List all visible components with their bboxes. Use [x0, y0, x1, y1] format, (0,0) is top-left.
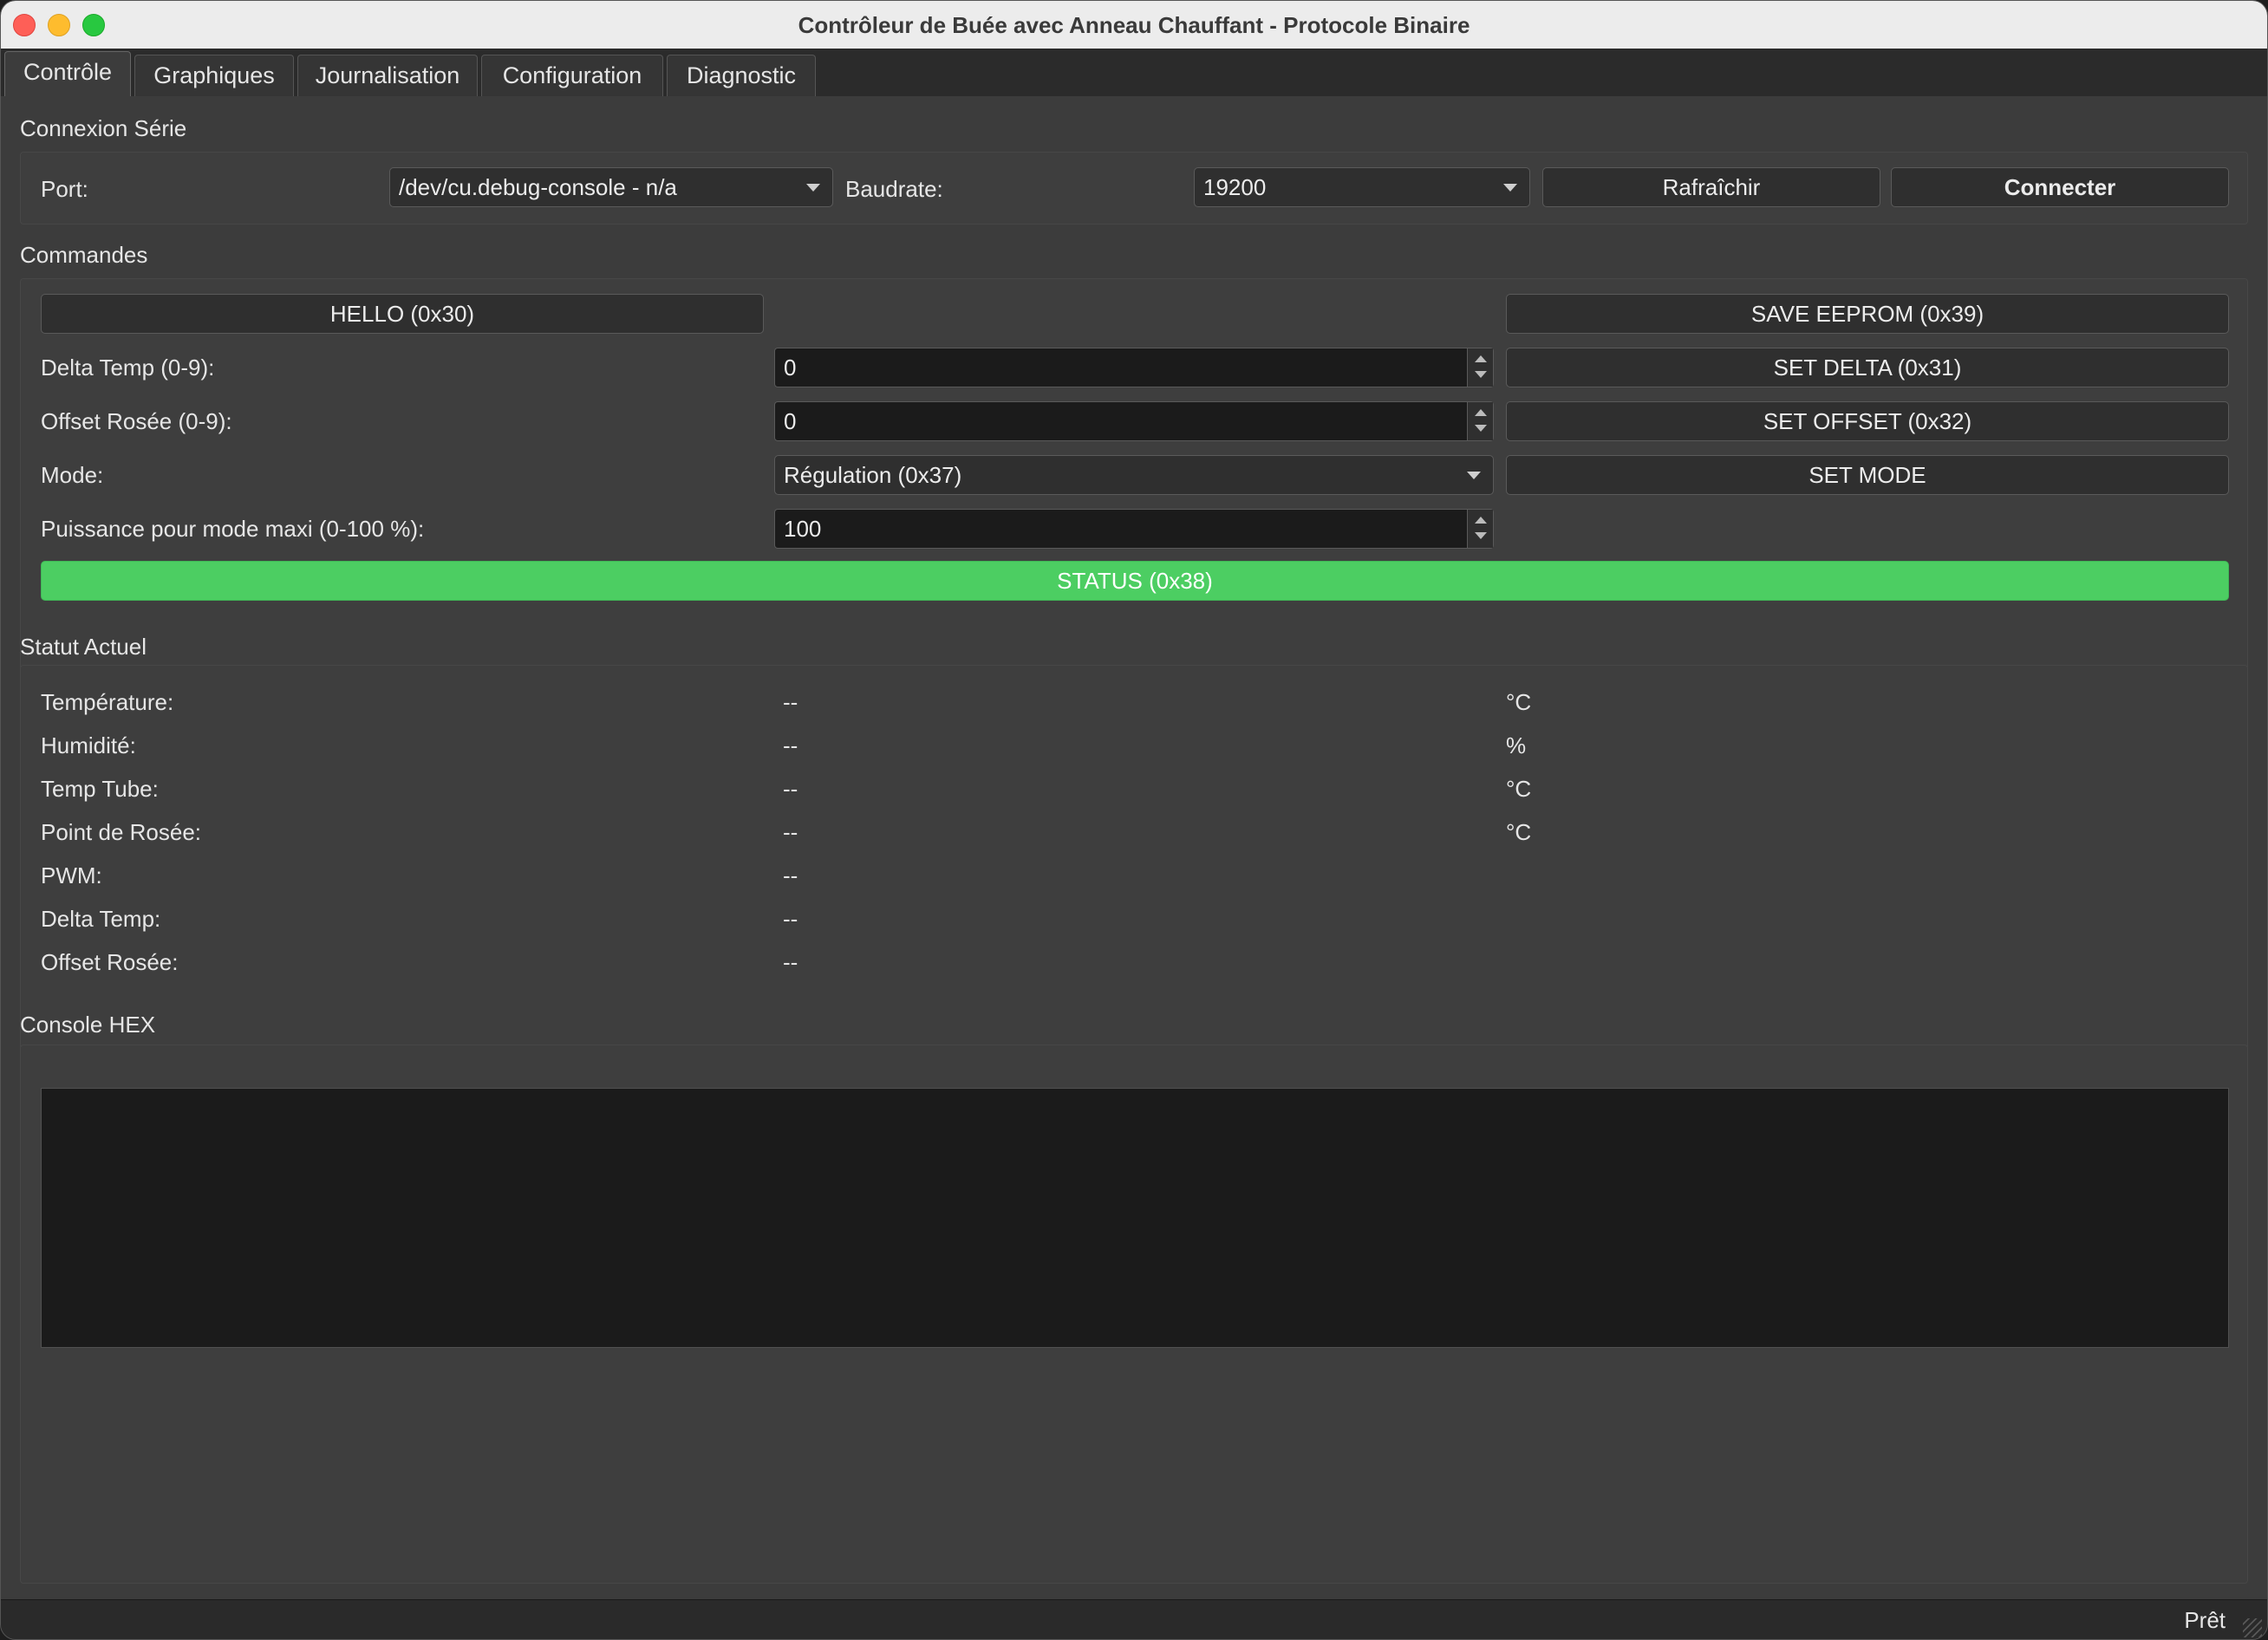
- humidite-label: Humidité:: [41, 732, 136, 758]
- save-eeprom-button[interactable]: SAVE EEPROM (0x39): [1506, 294, 2229, 334]
- tab-content-controle: Connexion Série Port: /dev/cu.debug-cons…: [1, 96, 2267, 1599]
- offset-rosee-value: 0: [784, 408, 797, 434]
- offset-rosee-status-label: Offset Rosée:: [41, 949, 179, 975]
- pwm-value: --: [783, 862, 798, 888]
- temperature-value: --: [783, 689, 798, 715]
- baud-label: Baudrate:: [845, 176, 943, 202]
- temp-tube-label: Temp Tube:: [41, 776, 159, 802]
- status-group: [20, 665, 2248, 1095]
- commands-group: [20, 278, 2248, 719]
- baud-select-value: 19200: [1203, 174, 1267, 200]
- temperature-unit: °C: [1506, 689, 1532, 715]
- point-rosee-unit: °C: [1506, 819, 1532, 845]
- port-select[interactable]: /dev/cu.debug-console - n/a: [389, 167, 833, 207]
- delta-temp-value: 0: [784, 355, 797, 381]
- arrow-up-icon: [1475, 517, 1487, 524]
- delta-temp-status-value: --: [783, 906, 798, 932]
- baud-select[interactable]: 19200: [1194, 167, 1530, 207]
- arrow-down-icon: [1475, 425, 1487, 432]
- mode-select[interactable]: Régulation (0x37): [774, 455, 1494, 495]
- commands-group-title: Commandes: [20, 242, 148, 268]
- set-offset-button[interactable]: SET OFFSET (0x32): [1506, 401, 2229, 441]
- humidite-unit: %: [1506, 732, 1527, 758]
- mode-select-value: Régulation (0x37): [784, 462, 962, 488]
- title-bar: Contrôleur de Buée avec Anneau Chauffant…: [1, 1, 2267, 49]
- connect-button[interactable]: Connecter: [1891, 167, 2229, 207]
- chevron-down-icon: [1503, 184, 1517, 192]
- power-label: Puissance pour mode maxi (0-100 %):: [41, 516, 425, 542]
- status-group-title: Statut Actuel: [20, 634, 147, 660]
- pwm-label: PWM:: [41, 862, 102, 888]
- spinbox-arrows[interactable]: [1467, 402, 1493, 440]
- tab-graphiques[interactable]: Graphiques: [134, 55, 294, 96]
- hex-console-textarea[interactable]: [41, 1088, 2229, 1348]
- point-rosee-value: --: [783, 819, 798, 845]
- arrow-down-icon: [1475, 371, 1487, 378]
- status-text: Prêt: [2184, 1607, 2226, 1633]
- delta-temp-label: Delta Temp (0-9):: [41, 355, 215, 381]
- serial-group-title: Connexion Série: [20, 115, 187, 141]
- port-label: Port:: [41, 176, 88, 202]
- tab-controle[interactable]: Contrôle: [4, 51, 131, 98]
- spinbox-arrows[interactable]: [1467, 510, 1493, 548]
- tab-configuration[interactable]: Configuration: [481, 55, 663, 96]
- arrow-down-icon: [1475, 532, 1487, 539]
- offset-rosee-status-value: --: [783, 949, 798, 975]
- set-delta-button[interactable]: SET DELTA (0x31): [1506, 348, 2229, 387]
- app-window: Contrôleur de Buée avec Anneau Chauffant…: [0, 0, 2268, 1640]
- tab-journalisation[interactable]: Journalisation: [297, 55, 478, 96]
- temp-tube-value: --: [783, 776, 798, 802]
- resize-grip-icon[interactable]: [2243, 1618, 2262, 1637]
- mode-label: Mode:: [41, 462, 104, 488]
- status-bar: Prêt: [1, 1599, 2267, 1639]
- spinbox-arrows[interactable]: [1467, 348, 1493, 387]
- offset-rosee-label: Offset Rosée (0-9):: [41, 408, 232, 434]
- arrow-up-icon: [1475, 409, 1487, 416]
- refresh-button[interactable]: Rafraîchir: [1542, 167, 1880, 207]
- window-title: Contrôleur de Buée avec Anneau Chauffant…: [798, 12, 1470, 38]
- tab-diagnostic[interactable]: Diagnostic: [667, 55, 816, 96]
- power-value: 100: [784, 516, 822, 542]
- point-rosee-label: Point de Rosée:: [41, 819, 202, 845]
- tab-bar: Contrôle Graphiques Journalisation Confi…: [1, 49, 2267, 98]
- temp-tube-unit: °C: [1506, 776, 1532, 802]
- offset-rosee-spinbox[interactable]: 0: [774, 401, 1494, 441]
- status-button[interactable]: STATUS (0x38): [41, 561, 2229, 601]
- set-mode-button[interactable]: SET MODE: [1506, 455, 2229, 495]
- delta-temp-status-label: Delta Temp:: [41, 906, 161, 932]
- delta-temp-spinbox[interactable]: 0: [774, 348, 1494, 387]
- temperature-label: Température:: [41, 689, 174, 715]
- arrow-up-icon: [1475, 355, 1487, 362]
- humidite-value: --: [783, 732, 798, 758]
- port-select-value: /dev/cu.debug-console - n/a: [399, 174, 677, 200]
- chevron-down-icon: [806, 184, 820, 192]
- hello-button[interactable]: HELLO (0x30): [41, 294, 764, 334]
- console-group-title: Console HEX: [20, 1012, 156, 1038]
- chevron-down-icon: [1467, 472, 1481, 479]
- power-spinbox[interactable]: 100: [774, 509, 1494, 549]
